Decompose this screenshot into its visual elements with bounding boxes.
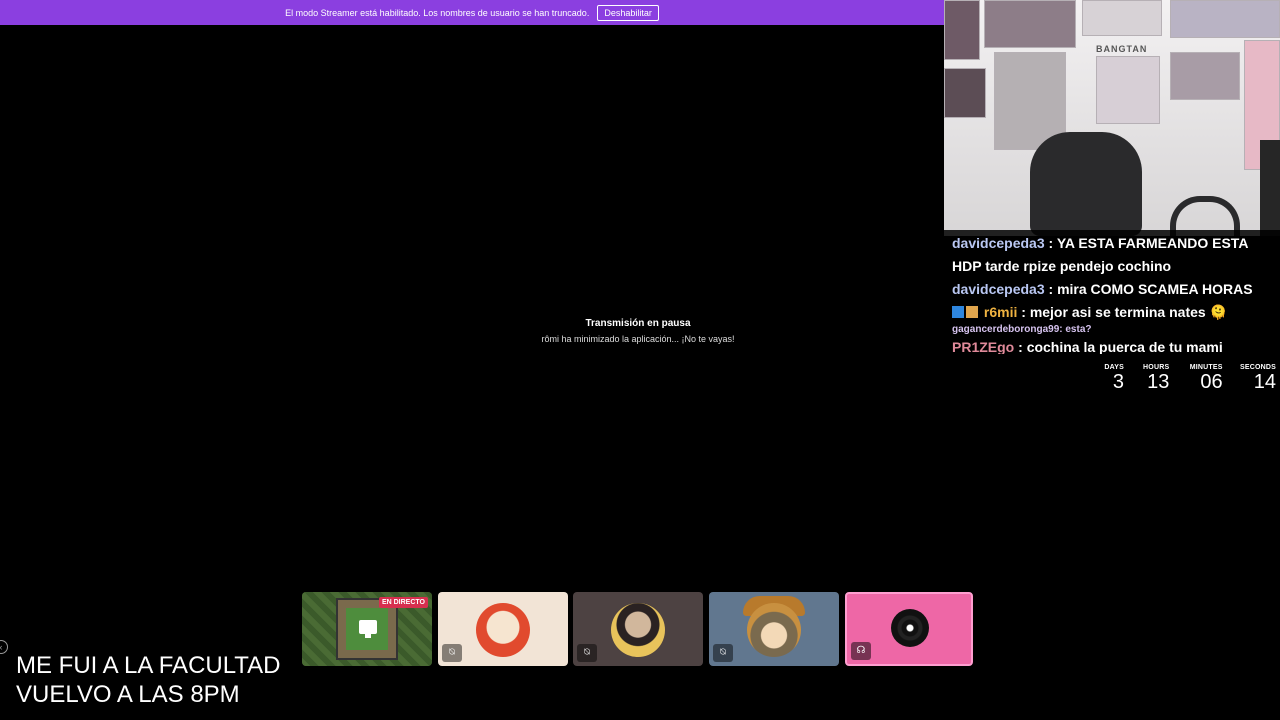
collapse-icon[interactable]: ‹ [0, 640, 8, 654]
vinyl-record-icon [891, 609, 929, 647]
countdown-value: 14 [1253, 371, 1276, 393]
chat-text: mejor asi se termina nates 🫠 [1029, 304, 1227, 320]
chat-username: davidcepeda3 [952, 281, 1045, 297]
paused-title: Transmisión en pausa [585, 318, 691, 329]
streamer-mode-banner: El modo Streamer está habilitado. Los no… [0, 0, 944, 25]
countdown-value: 3 [1112, 371, 1124, 393]
participant-tile-speaking[interactable]: ☊ [845, 592, 973, 666]
chat-message: davidcepeda3 : mira COMO SCAMEA HORAS [952, 278, 1272, 301]
countdown-hours: HOURS 13 [1131, 364, 1169, 400]
chat-username: gagancerdeboronga99 [952, 324, 1060, 335]
countdown-label: DAYS [1104, 364, 1124, 371]
avatar [747, 603, 801, 657]
wall-poster [944, 68, 986, 118]
chat-username: davidcepeda3 [952, 235, 1045, 251]
away-line-1: ME FUI A LA FACULTAD [16, 652, 281, 679]
wall-poster [1082, 0, 1162, 36]
countdown-value: 06 [1200, 371, 1223, 393]
wall-poster [944, 0, 980, 60]
muted-mic-icon: ⍉ [442, 644, 462, 662]
badge-icon [952, 306, 964, 318]
chat-overlay: davidcepeda3 : YA ESTA FARMEANDO ESTA HD… [944, 230, 1280, 354]
countdown-seconds: SECONDS 14 [1230, 364, 1276, 400]
chat-text: mira COMO SCAMEA HORAS [1057, 281, 1253, 297]
chat-text: cochina la puerca de tu mami [1026, 339, 1223, 354]
countdown-minutes: MINUTES 06 [1177, 364, 1223, 400]
chat-separator: : [1014, 339, 1027, 354]
countdown-label: MINUTES [1189, 364, 1223, 371]
muted-mic-icon: ⍉ [577, 644, 597, 662]
countdown-timer: DAYS 3 HOURS 13 MINUTES 06 SECONDS 14 [1096, 364, 1276, 400]
chat-username: PR1ZEgo [952, 339, 1015, 354]
streamer-mode-text: El modo Streamer está habilitado. Los no… [285, 7, 590, 18]
wall-poster [1170, 52, 1240, 100]
wall-poster [1170, 0, 1280, 38]
gaming-chair [1030, 132, 1142, 236]
chat-separator: : [1044, 235, 1057, 251]
countdown-label: HOURS [1143, 364, 1170, 371]
paused-subtitle: rômi ha minimizado la aplicación... ¡No … [541, 334, 735, 344]
paused-message: Transmisión en pausa rômi ha minimizado … [340, 318, 936, 344]
screen-share-icon [359, 620, 377, 638]
avatar [611, 603, 665, 657]
stream-canvas: El modo Streamer está habilitado. Los no… [0, 0, 1280, 720]
muted-mic-icon: ⍉ [713, 644, 733, 662]
badge-icon [966, 306, 978, 318]
chat-text: esta? [1065, 324, 1092, 335]
participant-tile[interactable]: ⍉ [573, 592, 703, 666]
chat-message: PR1ZEgo : cochina la puerca de tu mami [952, 336, 1272, 354]
poster-text: BANGTAN [1096, 44, 1148, 54]
participant-tile-live[interactable]: EN DIRECTO [302, 592, 432, 666]
countdown-days: DAYS 3 [1096, 364, 1124, 400]
room-shadow [1260, 140, 1280, 236]
chat-message: davidcepeda3 : YA ESTA FARMEANDO ESTA HD… [952, 232, 1272, 278]
chat-separator: : [1017, 304, 1030, 320]
chat-username: r6mii [983, 304, 1018, 320]
participant-tile[interactable]: ⍉ [438, 592, 568, 666]
chat-message: gagancerdeboronga99: esta? [952, 324, 1272, 336]
countdown-label: SECONDS [1239, 364, 1276, 371]
wall-poster [984, 0, 1076, 48]
webcam-feed: BANGTAN [944, 0, 1280, 236]
disable-streamer-mode-button[interactable]: Deshabilitar [597, 4, 659, 21]
wall-poster [1096, 56, 1160, 124]
away-line-2: VUELVO A LAS 8PM [16, 681, 240, 708]
countdown-value: 13 [1147, 371, 1170, 393]
chat-message: r6mii : mejor asi se termina nates 🫠 [952, 301, 1272, 324]
live-badge: EN DIRECTO [378, 597, 428, 608]
avatar [476, 603, 530, 657]
chat-separator: : [1044, 281, 1058, 297]
participant-tile[interactable]: ⍉ [709, 592, 839, 666]
away-message: ME FUI A LA FACULTAD VUELVO A LAS 8PM [16, 651, 281, 709]
headphones-icon: ☊ [851, 642, 871, 660]
